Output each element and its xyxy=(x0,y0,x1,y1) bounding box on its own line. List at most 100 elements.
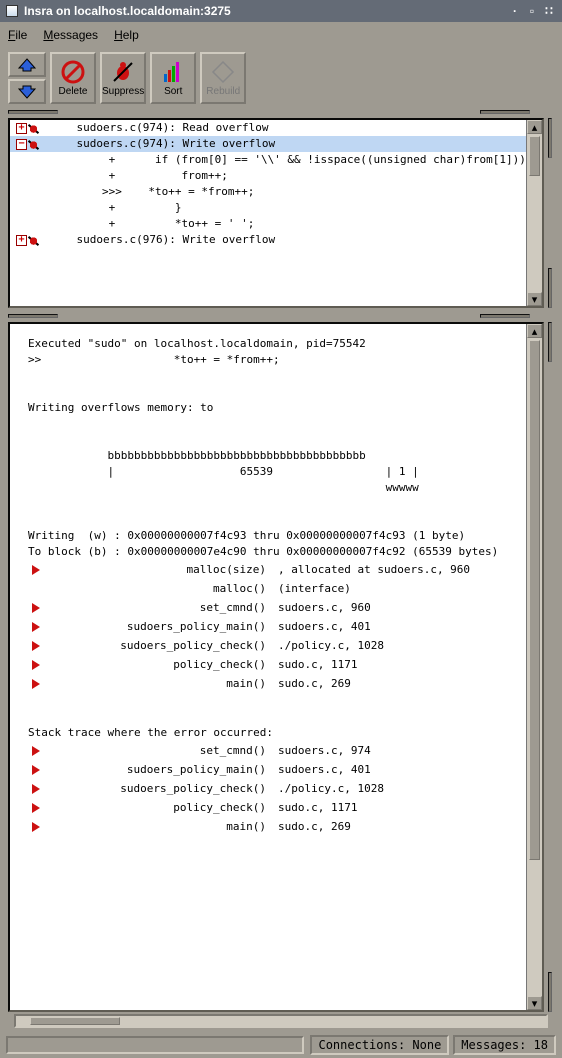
frame-location: sudoers.c, 974 xyxy=(270,743,371,759)
frame-location: sudo.c, 269 xyxy=(270,819,351,835)
code-context-line: + from++; xyxy=(10,168,526,184)
app-icon xyxy=(6,5,18,17)
statusbar: Connections: None Messages: 18 xyxy=(2,1034,560,1056)
frame-location: ./policy.c, 1028 xyxy=(270,638,384,654)
expand-triangle-icon[interactable] xyxy=(32,565,40,575)
frame-function: policy_check() xyxy=(50,800,270,816)
expand-triangle-icon[interactable] xyxy=(32,641,40,651)
errors-pane: + sudoers.c(974): Read overflow− sudoers… xyxy=(8,118,544,308)
focus-line: >> *to++ = *from++; xyxy=(28,352,508,368)
sort-button[interactable]: Sort xyxy=(150,52,196,104)
expand-triangle-icon[interactable] xyxy=(32,746,40,756)
details-pane: Executed "sudo" on localhost.localdomain… xyxy=(8,322,544,1012)
expand-triangle-icon[interactable] xyxy=(32,679,40,689)
stack-frame[interactable]: malloc()(interface) xyxy=(28,579,508,598)
lower-h-ruler[interactable] xyxy=(8,312,530,320)
frame-function: set_cmnd() xyxy=(50,600,270,616)
menu-messages[interactable]: Messages xyxy=(43,28,98,42)
blank-line xyxy=(28,384,508,400)
titlebar[interactable]: Insra on localhost.localdomain:3275 · ▫ … xyxy=(0,0,562,22)
errors-scrollbar[interactable]: ▴ ▾ xyxy=(526,120,542,306)
diagram-line: wwwww xyxy=(28,480,508,496)
suppress-button[interactable]: Suppress xyxy=(100,52,146,104)
expand-triangle-icon[interactable] xyxy=(32,660,40,670)
frame-function: malloc(size) xyxy=(50,562,270,578)
details-scrollbar[interactable]: ▴ ▾ xyxy=(526,324,542,1010)
scroll-down-icon[interactable]: ▾ xyxy=(527,996,542,1010)
stack-frame[interactable]: sudoers_policy_main()sudoers.c, 401 xyxy=(28,760,508,779)
frame-function: main() xyxy=(50,819,270,835)
blank-line xyxy=(28,693,508,709)
suppress-label: Suppress xyxy=(102,86,144,97)
suppressed-bug-icon xyxy=(28,123,39,134)
bug-cross-icon xyxy=(111,60,135,84)
bars-icon xyxy=(161,60,185,84)
expand-triangle-icon[interactable] xyxy=(32,603,40,613)
diagram-line: | 65539 | 1 | xyxy=(28,464,508,480)
menu-help[interactable]: Help xyxy=(114,28,139,42)
blank-line xyxy=(28,709,508,725)
stack-frame[interactable]: main()sudo.c, 269 xyxy=(28,817,508,836)
frame-function: sudoers_policy_main() xyxy=(50,762,270,778)
stack-frame[interactable]: policy_check()sudo.c, 1171 xyxy=(28,798,508,817)
status-messages: Messages: 18 xyxy=(453,1035,556,1055)
frame-function: malloc() xyxy=(50,581,270,597)
frame-location: sudo.c, 269 xyxy=(270,676,351,692)
expand-triangle-icon[interactable] xyxy=(32,784,40,794)
frame-location: sudo.c, 1171 xyxy=(270,800,357,816)
code-context-line: + *to++ = ' '; xyxy=(10,216,526,232)
expand-icon[interactable]: + xyxy=(16,235,27,246)
frame-location: sudoers.c, 401 xyxy=(270,619,371,635)
writing-line: Writing (w) : 0x00000000007f4c93 thru 0x… xyxy=(28,528,508,544)
code-context-line: + if (from[0] == '\\' && !isspace((unsig… xyxy=(10,152,526,168)
lower-v-ruler[interactable] xyxy=(546,322,554,1012)
expand-triangle-icon[interactable] xyxy=(32,822,40,832)
expand-triangle-icon[interactable] xyxy=(32,622,40,632)
expand-triangle-icon[interactable] xyxy=(32,803,40,813)
blank-line xyxy=(28,512,508,528)
warning-icon xyxy=(61,60,85,84)
stack-frame[interactable]: set_cmnd()sudoers.c, 974 xyxy=(28,741,508,760)
error-row[interactable]: − sudoers.c(974): Write overflow xyxy=(10,136,526,152)
stack-frame[interactable]: set_cmnd()sudoers.c, 960 xyxy=(28,598,508,617)
delete-button[interactable]: Delete xyxy=(50,52,96,104)
arrow-up-icon xyxy=(18,58,36,72)
collapse-icon[interactable]: − xyxy=(16,139,27,150)
nav-down-button[interactable] xyxy=(8,79,46,104)
error-row[interactable]: + sudoers.c(974): Read overflow xyxy=(10,120,526,136)
frame-function: sudoers_policy_main() xyxy=(50,619,270,635)
menu-file[interactable]: File xyxy=(8,28,27,42)
overflow-message: Writing overflows memory: to xyxy=(28,400,508,416)
rebuild-button[interactable]: Rebuild xyxy=(200,52,246,104)
expand-triangle-icon[interactable] xyxy=(32,765,40,775)
scroll-up-icon[interactable]: ▴ xyxy=(527,324,542,338)
frame-function: set_cmnd() xyxy=(50,743,270,759)
stack-frame[interactable]: sudoers_policy_main()sudoers.c, 401 xyxy=(28,617,508,636)
close-button[interactable]: ∷ xyxy=(542,4,556,18)
upper-h-ruler[interactable] xyxy=(8,108,530,116)
error-row[interactable]: + sudoers.c(976): Write overflow xyxy=(10,232,526,248)
blank-line xyxy=(28,432,508,448)
blank-line xyxy=(28,368,508,384)
stack-frame[interactable]: malloc(size), allocated at sudoers.c, 96… xyxy=(28,560,508,579)
minimize-button[interactable]: · xyxy=(508,4,522,18)
stack-frame[interactable]: sudoers_policy_check()./policy.c, 1028 xyxy=(28,636,508,655)
diamond-icon xyxy=(211,60,235,84)
window-title: Insra on localhost.localdomain:3275 xyxy=(24,4,231,18)
stack-frame[interactable]: main()sudo.c, 269 xyxy=(28,674,508,693)
frame-location: , allocated at sudoers.c, 960 xyxy=(270,562,470,578)
stack-frame[interactable]: policy_check()sudo.c, 1171 xyxy=(28,655,508,674)
details-hscrollbar[interactable] xyxy=(14,1014,548,1028)
upper-v-ruler[interactable] xyxy=(546,118,554,308)
error-text: sudoers.c(976): Write overflow xyxy=(50,232,275,248)
stack-frame[interactable]: sudoers_policy_check()./policy.c, 1028 xyxy=(28,779,508,798)
blank-line xyxy=(28,496,508,512)
nav-up-button[interactable] xyxy=(8,52,46,77)
expand-icon[interactable]: + xyxy=(16,123,27,134)
status-connections: Connections: None xyxy=(310,1035,449,1055)
scroll-down-icon[interactable]: ▾ xyxy=(527,292,542,306)
maximize-button[interactable]: ▫ xyxy=(525,4,539,18)
status-spacer xyxy=(6,1036,304,1054)
frame-function: main() xyxy=(50,676,270,692)
scroll-up-icon[interactable]: ▴ xyxy=(527,120,542,134)
